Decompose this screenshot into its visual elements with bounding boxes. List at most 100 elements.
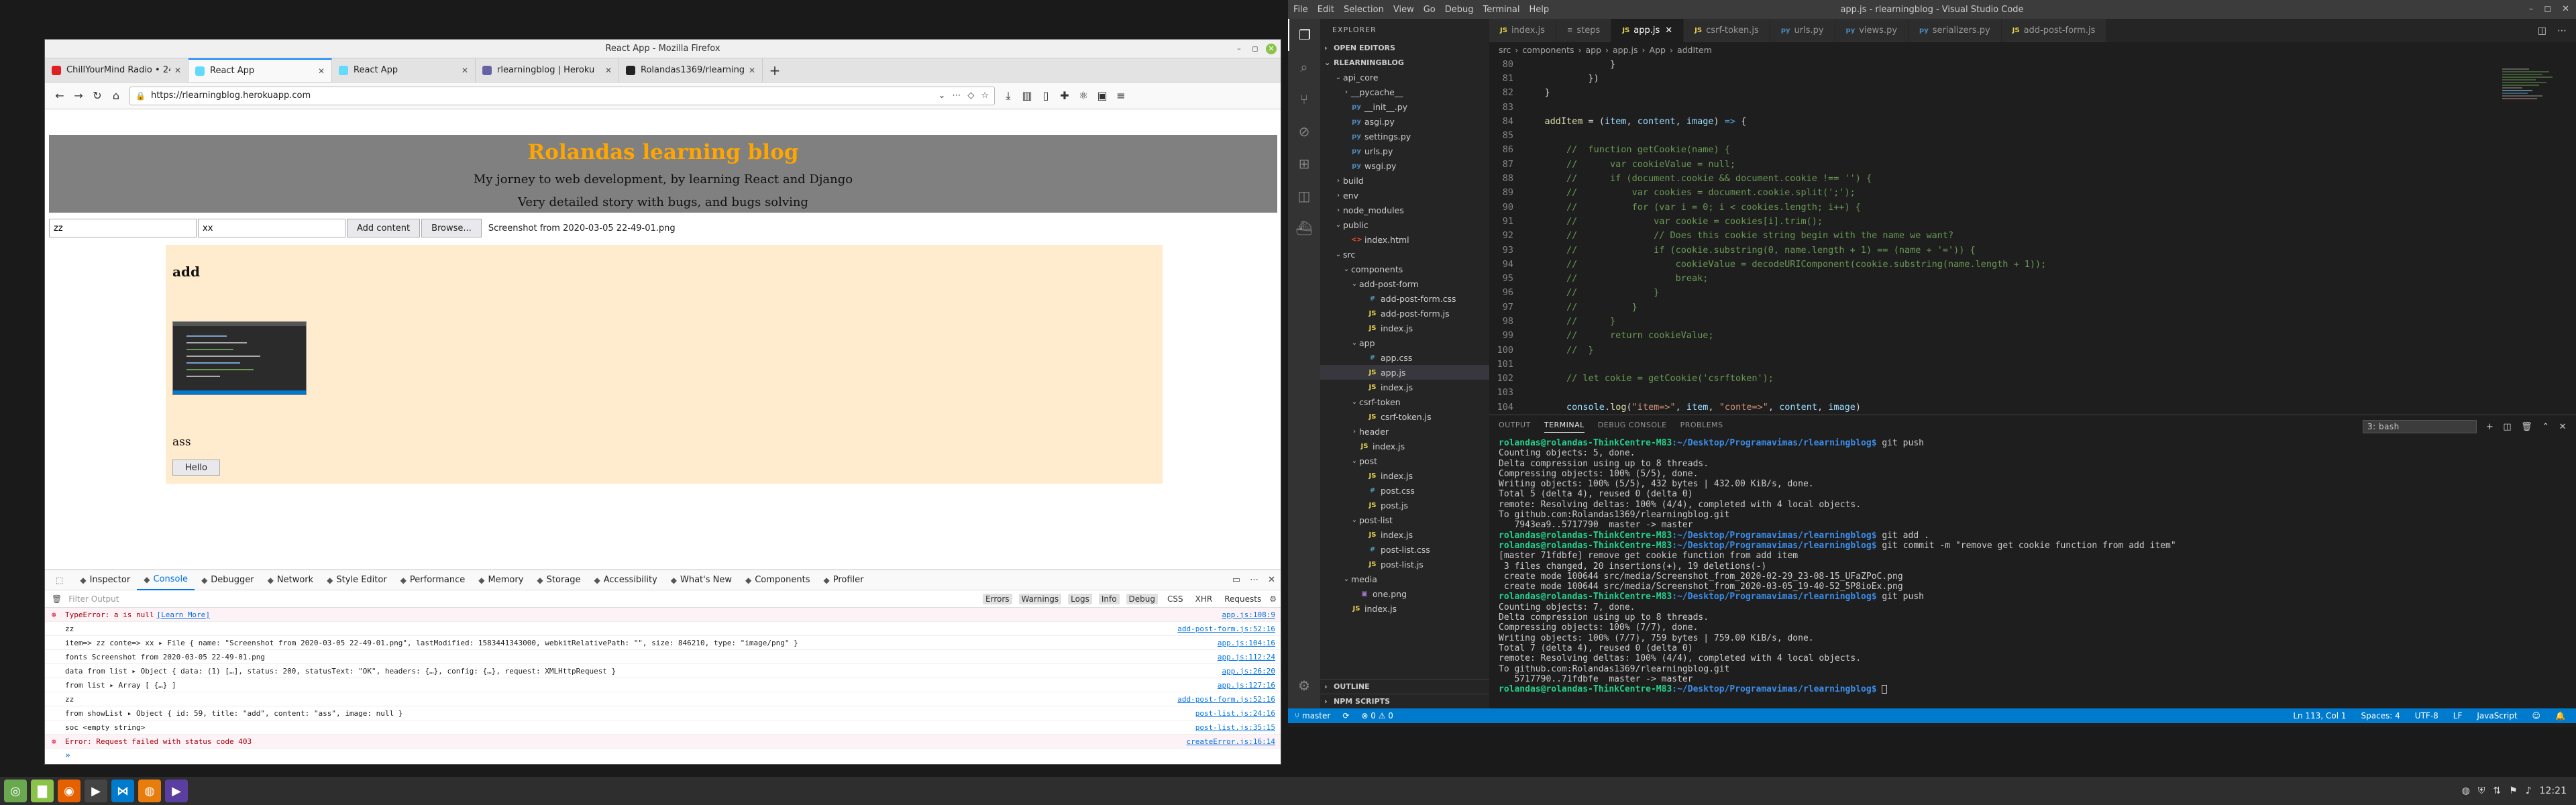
breadcrumb-item[interactable]: addItem — [1677, 45, 1712, 55]
menu-icon[interactable]: ◎ — [4, 780, 27, 802]
tree-file[interactable]: # post.css — [1320, 483, 1489, 498]
react-devtools-icon[interactable]: ⚛ — [1074, 87, 1093, 105]
devtools-tab[interactable]: ◆ Debugger — [195, 570, 261, 590]
settings-gear-icon[interactable]: ⚙ — [1269, 594, 1281, 604]
tree-file[interactable]: JS index.js — [1320, 601, 1489, 616]
source-link[interactable]: app.js:127:16 — [1218, 681, 1275, 690]
code-editor[interactable]: 80 } 81 }) 82 } 83 84 addItem = (item, conte… — [1489, 57, 2576, 415]
source-link[interactable]: app.js:112:24 — [1218, 653, 1275, 661]
menu-item[interactable]: Go — [1424, 5, 1436, 15]
maximize-panel-icon[interactable]: ⌃ — [2542, 422, 2549, 432]
tree-file[interactable]: # post-list.css — [1320, 542, 1489, 557]
maximize-button[interactable]: ◻ — [1250, 44, 1260, 54]
library-icon[interactable]: ▥ — [1018, 87, 1036, 105]
home-icon[interactable]: ⌂ — [107, 87, 125, 105]
editor-tab[interactable]: py urls.py — [1770, 19, 1835, 42]
filter-input[interactable]: Filter Output — [68, 594, 119, 604]
settings-gear-icon[interactable]: ⚙ — [1288, 669, 1320, 702]
close-panel-icon[interactable]: ✕ — [2559, 422, 2567, 432]
console-message[interactable]: ⊗ TypeError: a is null [Learn More] app.js:… — [45, 608, 1281, 622]
tree-file[interactable]: <> index.html — [1320, 232, 1489, 247]
page-actions-icon[interactable]: ⋯ — [952, 91, 961, 101]
tab-close-icon[interactable]: ✕ — [605, 66, 612, 75]
reload-icon[interactable]: ↻ — [88, 87, 107, 105]
devtools-tab[interactable]: ◆ Performance — [394, 570, 472, 590]
close-button[interactable]: ✕ — [1266, 44, 1277, 54]
add-content-button[interactable]: Add content — [347, 219, 421, 237]
downloads-icon[interactable]: ⤓ — [999, 87, 1018, 105]
tree-folder[interactable]: ⌄ components — [1320, 262, 1489, 276]
devtools-tab[interactable]: ◆ Network — [261, 570, 321, 590]
tree-file[interactable]: py urls.py — [1320, 144, 1489, 158]
devtools-tab[interactable]: ◆ Components — [739, 570, 816, 590]
source-link[interactable]: createError.js:16:14 — [1187, 737, 1275, 746]
devtools-tab[interactable]: ◆ What's New — [664, 570, 739, 590]
tree-file[interactable]: JS index.js — [1320, 321, 1489, 335]
tree-file[interactable]: JS index.js — [1320, 527, 1489, 542]
tree-folder[interactable]: ⌄ add-post-form — [1320, 276, 1489, 291]
maximize-button[interactable]: ◻ — [2544, 4, 2551, 14]
kill-terminal-icon[interactable]: 🗑 — [2521, 422, 2532, 432]
vscode-icon[interactable]: ⋈ — [111, 780, 134, 802]
tree-file[interactable]: JS post.js — [1320, 498, 1489, 513]
flag-icon[interactable]: ⚑ — [2509, 786, 2518, 796]
devtools-menu-icon[interactable]: ⋯ — [1250, 575, 1258, 585]
extension-2-icon[interactable]: ▣ — [1093, 87, 1112, 105]
sync-icon[interactable]: ⟳ — [1342, 711, 1349, 720]
project-section[interactable]: ⌄ RLEARNINGBLOG — [1320, 55, 1489, 70]
tree-folder[interactable]: › node_modules — [1320, 203, 1489, 217]
tree-file[interactable]: JS add-post-form.js — [1320, 306, 1489, 321]
panel-tab[interactable]: OUTPUT — [1499, 421, 1531, 433]
tree-file[interactable]: py asgi.py — [1320, 114, 1489, 129]
blender-tray-icon[interactable]: ◍ — [2462, 786, 2470, 796]
breadcrumb-item[interactable]: app.js — [1613, 45, 1638, 55]
feedback-icon[interactable]: ☺ — [2532, 711, 2541, 720]
terminal[interactable]: rolandas@rolandas-ThinkCentre-M83:~/Desk… — [1489, 438, 2576, 694]
indentation[interactable]: Spaces: 4 — [2361, 711, 2400, 720]
console-message[interactable]: data from list ▸ Object { data: (1) […],… — [45, 664, 1281, 678]
tree-folder[interactable]: › header — [1320, 424, 1489, 439]
notifications-icon[interactable]: 🔔 — [2555, 711, 2565, 720]
tree-file[interactable]: JS index.js — [1320, 439, 1489, 453]
source-link[interactable]: add-post-form.js:52:16 — [1177, 625, 1275, 633]
editor-tab[interactable]: ≡ steps — [1556, 19, 1612, 42]
breadcrumb-item[interactable]: src — [1499, 45, 1511, 55]
source-link[interactable]: app.js:104:16 — [1218, 639, 1275, 647]
menu-item[interactable]: File — [1293, 5, 1308, 15]
filter-toggle[interactable]: Info — [1098, 593, 1120, 604]
menu-item[interactable]: Edit — [1318, 5, 1334, 15]
panel-tab[interactable]: DEBUG CONSOLE — [1598, 421, 1667, 433]
devtools-tab[interactable]: ◆ Profiler — [816, 570, 870, 590]
console-message[interactable]: soc <empty string> post-list.js:35:15 — [45, 720, 1281, 735]
new-tab-button[interactable]: + — [763, 58, 787, 82]
editor-tab[interactable]: py serializers.py — [1909, 19, 2002, 42]
trash-icon[interactable]: 🗑 — [52, 594, 62, 604]
browse-button[interactable]: Browse... — [421, 219, 482, 237]
tab-close-icon[interactable]: ✕ — [749, 66, 755, 75]
devtools-tab[interactable]: ◆ Storage — [530, 570, 587, 590]
tree-file[interactable]: JS index.js — [1320, 468, 1489, 483]
tree-file[interactable]: py wsgi.py — [1320, 158, 1489, 173]
console-message[interactable]: from showList ▸ Object { id: 59, title: … — [45, 706, 1281, 720]
tree-folder[interactable]: ⌄ media — [1320, 572, 1489, 586]
source-link[interactable]: app.js:108:9 — [1222, 610, 1275, 619]
browser-tab[interactable]: React App ✕ — [189, 58, 332, 82]
tree-file[interactable]: # add-post-form.css — [1320, 291, 1489, 306]
devtools-tab[interactable]: ◆ Console — [137, 570, 195, 590]
minimap[interactable] — [2502, 67, 2556, 174]
devtools-tab[interactable]: ◆ Style Editor — [320, 570, 394, 590]
source-link[interactable]: add-post-form.js:52:16 — [1177, 695, 1275, 704]
tree-file[interactable]: JS csrf-token.js — [1320, 409, 1489, 424]
split-editor-icon[interactable]: ◫ — [2538, 25, 2546, 36]
docker-icon[interactable]: ⛴ — [1288, 212, 1320, 244]
close-button[interactable]: ✕ — [2562, 4, 2569, 14]
dropdown-icon[interactable]: ⌄ — [938, 91, 945, 101]
content-input[interactable] — [198, 219, 345, 237]
menu-item[interactable]: Help — [1529, 5, 1549, 15]
menu-item[interactable]: Debug — [1445, 5, 1474, 15]
more-actions-icon[interactable]: ⋯ — [2557, 25, 2567, 36]
npm-scripts-section[interactable]: › NPM SCRIPTS — [1320, 694, 1489, 708]
title-input[interactable] — [49, 219, 197, 237]
menu-item[interactable]: Selection — [1344, 5, 1384, 15]
outline-section[interactable]: › OUTLINE — [1320, 679, 1489, 694]
